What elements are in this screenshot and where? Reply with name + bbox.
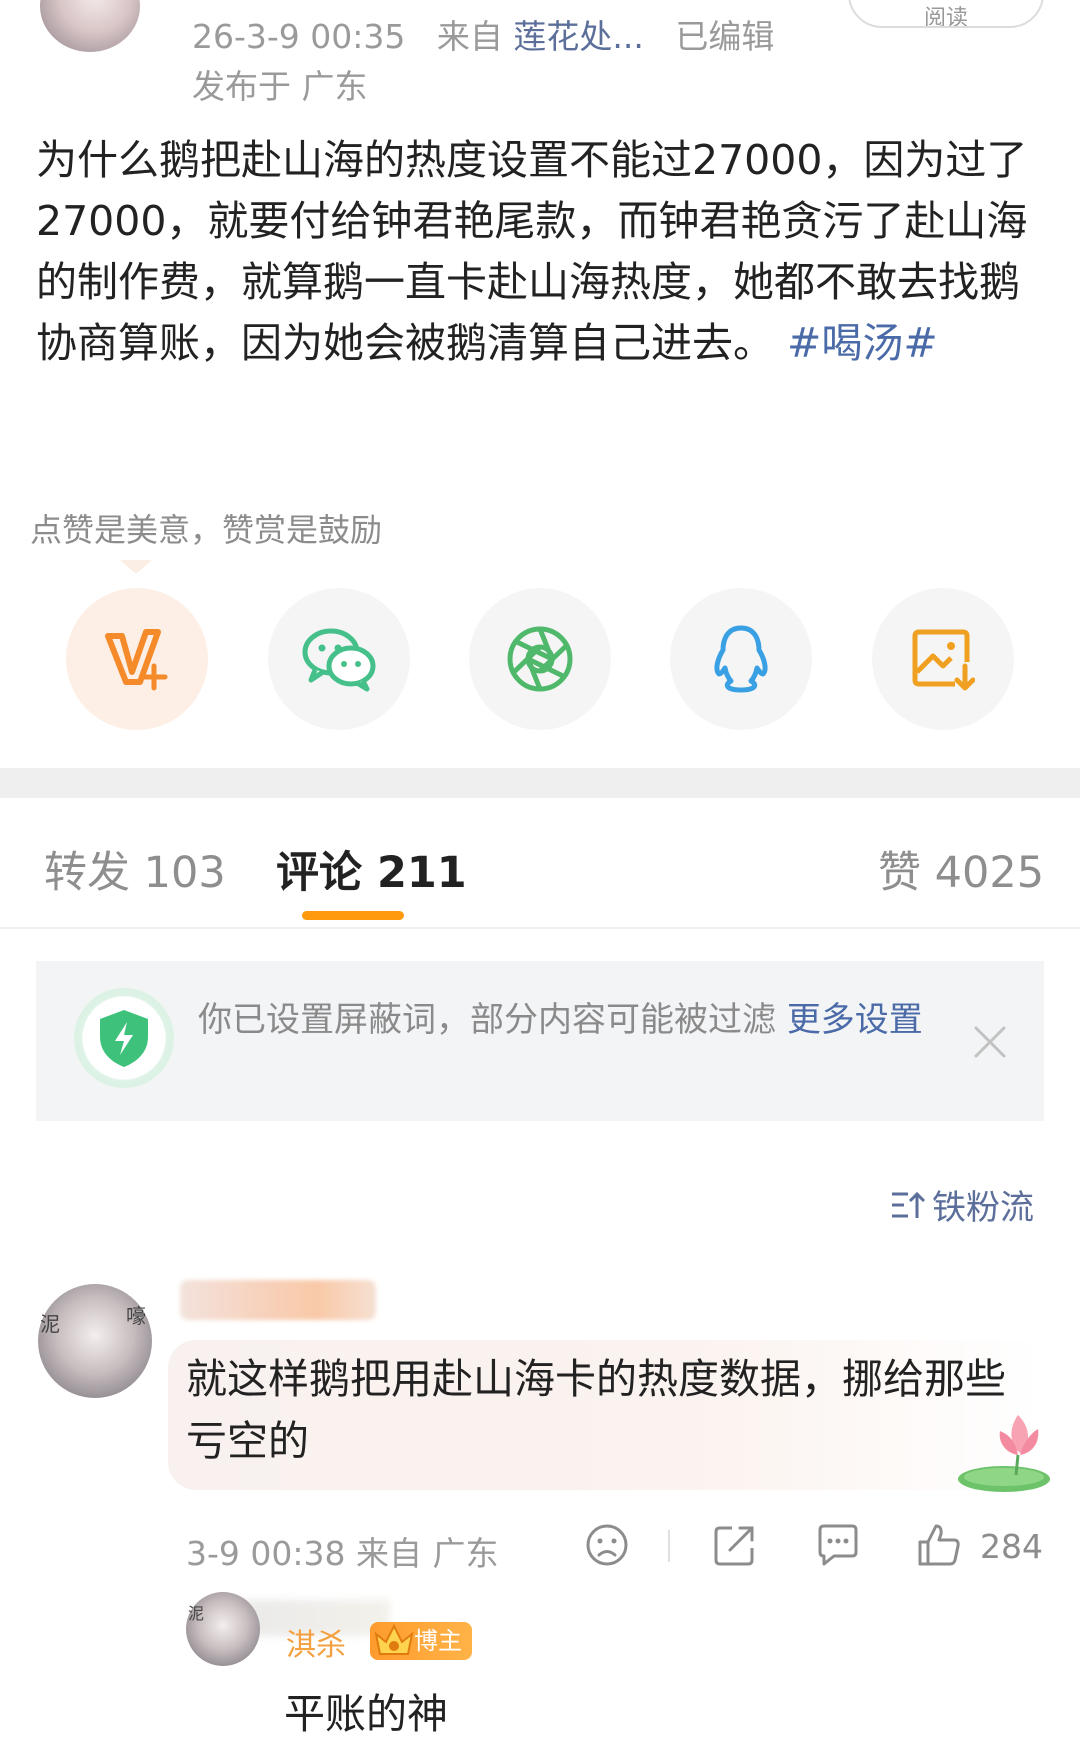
filter-notice-text: 你已设置屏蔽词，部分内容可能被过滤 更多设置	[198, 998, 938, 1042]
comment-text: 就这样鹅把用赴山海卡的热度数据，挪给那些亏空的	[186, 1355, 1006, 1465]
post-source-link[interactable]: 莲花处...	[513, 17, 643, 56]
post-location: 发布于 广东	[192, 67, 368, 106]
lotus-icon	[958, 1415, 1050, 1492]
like-icon[interactable]	[914, 1520, 964, 1570]
v-plus-icon	[105, 629, 168, 691]
like-count: 284	[980, 1527, 1043, 1566]
crown-icon	[374, 1623, 414, 1655]
reply-avatar[interactable]: 泥	[186, 1592, 260, 1666]
reply-author-name[interactable]: 淇杀	[286, 1620, 346, 1664]
sort-button[interactable]: 铁粉流	[890, 1180, 1034, 1229]
post-edited-label[interactable]: 已编辑	[675, 17, 774, 56]
moments-icon	[507, 626, 573, 692]
save-image-icon	[912, 629, 975, 691]
sad-face-icon[interactable]	[582, 1520, 632, 1570]
wechat-share-button[interactable]	[268, 588, 410, 730]
reward-tip: 点赞是美意，赞赏是鼓励	[30, 511, 383, 549]
tip-arrow	[120, 560, 152, 574]
comment-location: 来自 广东	[356, 1534, 499, 1573]
post-time: 26-3-9 00:35	[192, 17, 406, 56]
save-image-button[interactable]	[872, 588, 1014, 730]
read-count-button[interactable]: 阅读	[848, 0, 1044, 28]
sort-icon	[892, 1191, 926, 1218]
share-icon[interactable]	[710, 1520, 760, 1570]
qq-icon	[714, 625, 768, 693]
post-text: 为什么鹅把赴山海的热度设置不能过27000，因为过了27000，就要付给钟君艳尾…	[36, 130, 1046, 374]
tab-comments[interactable]: 评论 211	[276, 838, 467, 900]
tab-divider	[0, 927, 1080, 929]
avatar-tag-left: 泥	[40, 1312, 60, 1336]
post-meta: 26-3-9 00:35 来自 莲花处... 已编辑	[192, 10, 774, 58]
v-plus-share-button[interactable]	[66, 588, 208, 730]
post-from-label: 来自	[436, 17, 503, 56]
shield-icon-wrap	[74, 988, 174, 1088]
wechat-icon	[302, 628, 376, 692]
comment-time: 3-9 00:38	[186, 1534, 346, 1573]
comment-icon[interactable]	[812, 1520, 862, 1570]
moments-share-button[interactable]	[469, 588, 611, 730]
sort-label: 铁粉流	[932, 1188, 1034, 1228]
hashtag-link[interactable]: #喝汤#	[787, 319, 938, 367]
reply-avatar-tag: 泥	[188, 1604, 205, 1623]
reply-text: 平账的神	[284, 1690, 448, 1738]
more-settings-link[interactable]: 更多设置	[787, 1000, 923, 1040]
section-divider	[0, 768, 1080, 798]
qq-share-button[interactable]	[670, 588, 812, 730]
tab-likes[interactable]: 赞 4025	[878, 838, 1044, 900]
action-separator	[668, 1530, 670, 1562]
comment-meta: 3-9 00:38 来自 广东	[186, 1527, 499, 1575]
notice-message: 你已设置屏蔽词，部分内容可能被过滤	[198, 1000, 776, 1040]
shield-icon	[100, 1010, 148, 1067]
close-icon[interactable]	[970, 1022, 1010, 1062]
commenter-name-blurred[interactable]	[180, 1280, 376, 1320]
commenter-avatar[interactable]: 泥 嚎	[38, 1284, 152, 1398]
active-tab-indicator	[302, 911, 404, 920]
tab-repost[interactable]: 转发 103	[44, 838, 226, 900]
avatar-tag-right: 嚎	[126, 1304, 146, 1328]
post-author-avatar[interactable]	[40, 0, 140, 52]
